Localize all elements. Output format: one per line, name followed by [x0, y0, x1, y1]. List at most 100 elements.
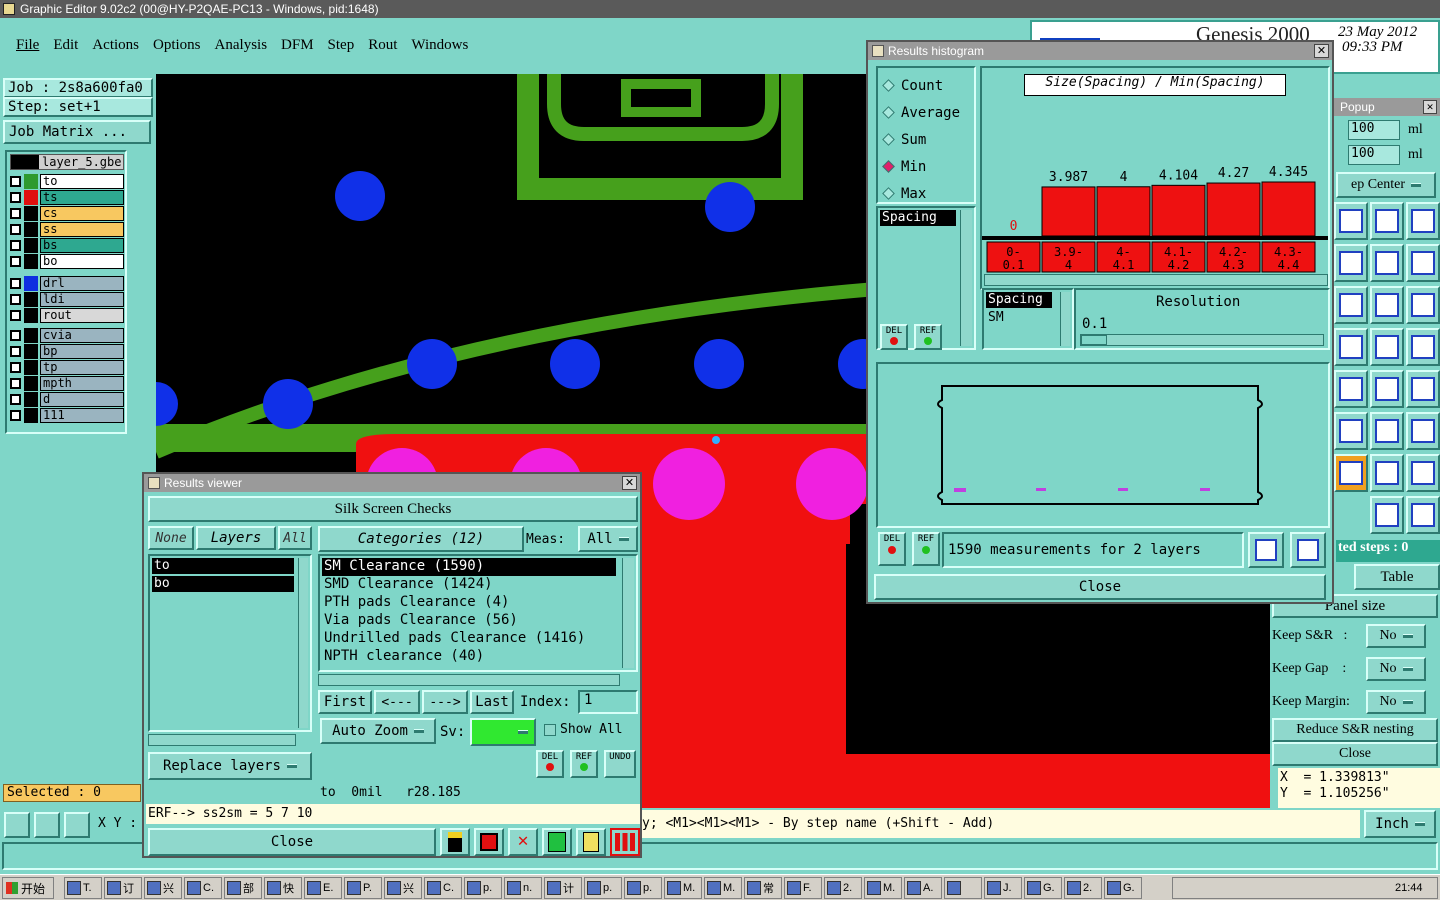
taskbar-item[interactable]: [944, 877, 982, 899]
taskbar-item[interactable]: G.: [1024, 877, 1062, 899]
tool-button-icon[interactable]: [1370, 286, 1404, 324]
category-item[interactable]: Undrilled pads Clearance (1416): [322, 630, 616, 648]
category-item[interactable]: PTH pads Clearance (4): [322, 594, 616, 612]
hist-del-button[interactable]: DEL: [880, 324, 908, 350]
tool-button-icon[interactable]: [1406, 202, 1440, 240]
layer-row-ldi[interactable]: ldi: [8, 292, 124, 307]
replace-layers-dropdown[interactable]: Replace layers: [148, 752, 312, 780]
mode-radio-count[interactable]: Count: [878, 72, 974, 99]
layer-checkbox[interactable]: [10, 410, 21, 421]
layer-row-tp[interactable]: tp: [8, 360, 124, 375]
spacing-list[interactable]: Spacing SM: [982, 288, 1074, 350]
layer-row-111[interactable]: 111: [8, 408, 124, 423]
taskbar-item[interactable]: J.: [984, 877, 1022, 899]
taskbar-item[interactable]: C.: [184, 877, 222, 899]
show-all-checkbox[interactable]: [544, 724, 556, 736]
start-button[interactable]: 开始: [2, 877, 54, 899]
taskbar-item[interactable]: 快: [264, 877, 302, 899]
list-icon[interactable]: [576, 828, 606, 856]
tool-button-icon[interactable]: [1334, 202, 1368, 240]
taskbar-item[interactable]: M.: [864, 877, 902, 899]
layer-name[interactable]: to: [40, 174, 124, 189]
layer-name[interactable]: 111: [40, 408, 124, 423]
preview-del-button[interactable]: DEL: [878, 532, 906, 566]
taskbar-item[interactable]: 部: [224, 877, 262, 899]
reduce-nesting-button[interactable]: Reduce S&R nesting: [1272, 718, 1438, 742]
menu-actions[interactable]: Actions: [92, 37, 139, 54]
results-viewer-close-icon[interactable]: ✕: [622, 476, 637, 490]
category-item[interactable]: SMD Clearance (1424): [322, 576, 616, 594]
tool-button-icon[interactable]: [1334, 328, 1368, 366]
next-button[interactable]: --->: [422, 690, 468, 714]
slider-handle[interactable]: [1081, 335, 1107, 345]
layer-checkbox[interactable]: [10, 278, 21, 289]
layer-name[interactable]: bs: [40, 238, 124, 253]
taskbar-item[interactable]: 计: [544, 877, 582, 899]
layer-name[interactable]: drl: [40, 276, 124, 291]
mode-radio-sum[interactable]: Sum: [878, 126, 974, 153]
histogram-icon[interactable]: [610, 828, 640, 856]
tool-button-icon[interactable]: [1406, 370, 1440, 408]
number-icon[interactable]: [542, 828, 572, 856]
list-item[interactable]: Spacing: [986, 292, 1052, 308]
job-matrix-button[interactable]: Job Matrix ...: [3, 120, 151, 144]
first-button[interactable]: First: [318, 690, 372, 714]
menu-step[interactable]: Step: [328, 37, 355, 54]
chart-hscroll[interactable]: [984, 274, 1328, 286]
keep-margin-dropdown[interactable]: No: [1366, 690, 1426, 714]
layer-name[interactable]: tp: [40, 360, 124, 375]
layer-row-bo[interactable]: bo: [8, 254, 124, 269]
tool-button-icon[interactable]: [1406, 244, 1440, 282]
tool-button-icon[interactable]: [1334, 412, 1368, 450]
del-button[interactable]: DEL: [536, 750, 564, 778]
category-scrollbar[interactable]: [622, 558, 634, 668]
select-tool-icon[interactable]: [4, 812, 30, 838]
layer-row-ss[interactable]: ss: [8, 222, 124, 237]
tool-button-icon[interactable]: [1406, 412, 1440, 450]
menu-edit[interactable]: Edit: [53, 37, 78, 54]
sv-dropdown[interactable]: [470, 718, 536, 746]
layer-name[interactable]: mpth: [40, 376, 124, 391]
category-item[interactable]: NPTH clearance (40): [322, 648, 616, 666]
taskbar-item[interactable]: F.: [784, 877, 822, 899]
hist-ref-button[interactable]: REF: [914, 324, 942, 350]
popup-field-2[interactable]: 100: [1348, 145, 1400, 165]
layer-name[interactable]: ts: [40, 190, 124, 205]
units-dropdown[interactable]: Inch: [1364, 810, 1436, 838]
layers-button[interactable]: Layers: [196, 526, 276, 550]
menu-analysis[interactable]: Analysis: [215, 37, 268, 54]
item-list-scrollbar[interactable]: [960, 210, 972, 346]
taskbar-item[interactable]: G.: [1104, 877, 1142, 899]
layer-row-drl[interactable]: drl: [8, 276, 124, 291]
popup-close-button[interactable]: Close: [1272, 742, 1438, 766]
prev-button[interactable]: <---: [374, 690, 420, 714]
taskbar-item[interactable]: M.: [664, 877, 702, 899]
layer-row-mpth[interactable]: mpth: [8, 376, 124, 391]
measure-tool-icon[interactable]: [34, 812, 60, 838]
tool-button-icon[interactable]: [1334, 454, 1368, 492]
layer-name[interactable]: cs: [40, 206, 124, 221]
taskbar-item[interactable]: 兴: [144, 877, 182, 899]
results-viewer-close-button[interactable]: Close: [148, 828, 436, 856]
export-icon-1[interactable]: [1248, 532, 1284, 568]
layer-select-dropdown[interactable]: layer_5.gbe: [10, 154, 124, 170]
layer-checkbox[interactable]: [10, 394, 21, 405]
step-center-dropdown[interactable]: ep Center: [1336, 172, 1436, 198]
layer-checkbox[interactable]: [10, 240, 21, 251]
layer-row-cs[interactable]: cs: [8, 206, 124, 221]
layer-checkbox[interactable]: [10, 362, 21, 373]
layer-name[interactable]: ldi: [40, 292, 124, 307]
layer-name[interactable]: cvia: [40, 328, 124, 343]
list-item[interactable]: SM: [986, 310, 1070, 325]
taskbar-item[interactable]: 兴: [384, 877, 422, 899]
taskbar-item[interactable]: n.: [504, 877, 542, 899]
layer-results-list[interactable]: to bo: [148, 554, 312, 732]
category-item[interactable]: Via pads Clearance (56): [322, 612, 616, 630]
taskbar-item[interactable]: M.: [704, 877, 742, 899]
keep-sr-dropdown[interactable]: No: [1366, 624, 1426, 648]
layer-checkbox[interactable]: [10, 378, 21, 389]
tool-button-icon[interactable]: [1370, 202, 1404, 240]
category-item[interactable]: SM Clearance (1590): [322, 558, 616, 576]
list-item[interactable]: Spacing: [880, 210, 956, 226]
layer-row-d[interactable]: d: [8, 392, 124, 407]
